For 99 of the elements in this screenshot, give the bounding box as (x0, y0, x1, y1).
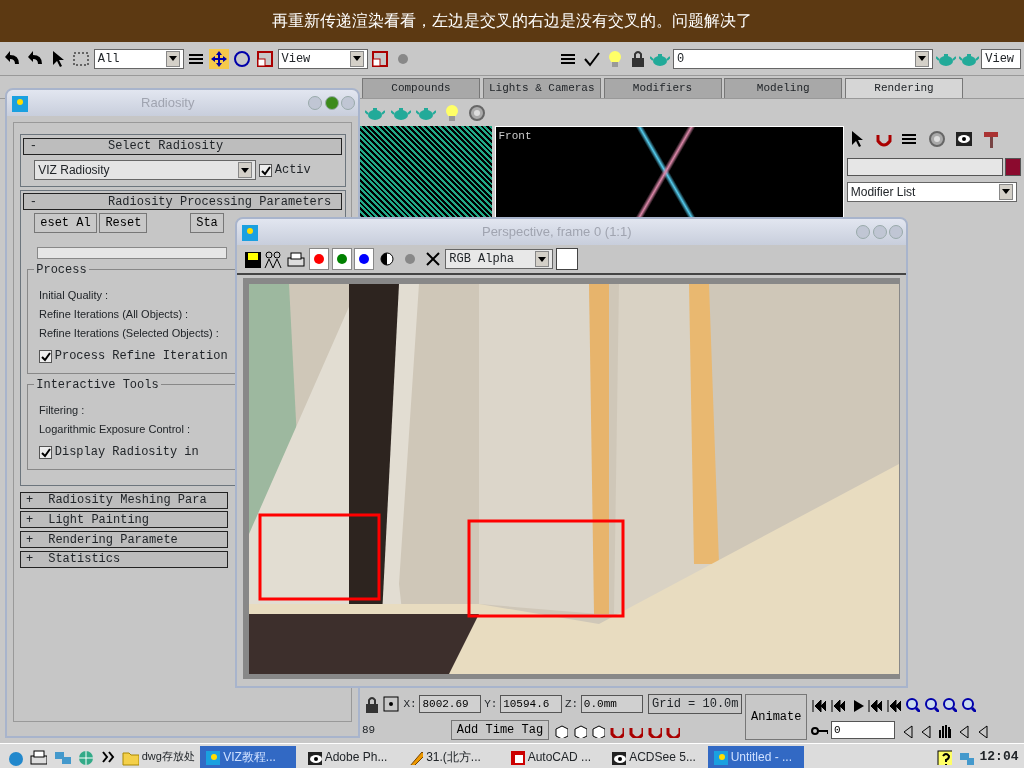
clone-icon[interactable] (263, 250, 284, 268)
object-color-swatch[interactable] (1005, 158, 1022, 177)
command-button[interactable]: eset Al (34, 213, 97, 233)
checkbox-label: Display Radiosity in (54, 444, 199, 462)
rollout-header[interactable]: + Rendering Paramete (19, 531, 228, 548)
checkbox-label: Activ (274, 162, 311, 180)
add-time-tag-button[interactable]: Add Time Tag (450, 720, 550, 740)
coordinate-label: Y: (484, 696, 498, 712)
taskbar-button[interactable]: VIZ教程... (200, 745, 297, 768)
zoom-extents-all-icon[interactable] (960, 696, 977, 712)
reference-system-dropdown[interactable]: View (277, 48, 368, 69)
taskbar-button[interactable]: 31.(北方... (403, 745, 500, 768)
app-icon (239, 223, 258, 241)
command-button[interactable]: Reset (99, 213, 148, 233)
checkbox[interactable] (39, 349, 52, 363)
viewport[interactable] (360, 126, 492, 218)
grid-readout: Grid = 10.0m (648, 694, 743, 714)
toggle-sign: + (25, 511, 35, 529)
channel-dropdown[interactable]: RGB Alpha (445, 249, 554, 269)
tab[interactable]: Modifiers (603, 78, 722, 98)
taskbar-button[interactable]: Adobe Ph... (301, 745, 398, 768)
tab[interactable]: Modeling (724, 78, 843, 98)
channel-toggle[interactable] (308, 248, 329, 270)
caret-icon (168, 56, 177, 61)
color-swatch[interactable] (556, 248, 578, 270)
maximize-button[interactable] (324, 96, 339, 110)
checkbox-label: Process Refine Iteration (54, 348, 228, 366)
taskbar-button[interactable]: AutoCAD ... (504, 745, 601, 768)
app-icon (9, 94, 28, 112)
checkbox[interactable] (39, 445, 52, 459)
tab[interactable]: Compounds (362, 78, 480, 98)
coordinate-label: Z: (564, 696, 579, 712)
zoom-icon[interactable] (903, 696, 920, 712)
command-button[interactable]: Sta (190, 213, 224, 233)
scale-icon[interactable] (254, 48, 275, 69)
field-label: Initial Quality : (39, 287, 109, 303)
tab[interactable]: Lights & Cameras (482, 78, 601, 98)
clock: 12:04 (979, 747, 1019, 766)
folder-shortcut[interactable]: dwg存放处 (141, 748, 195, 765)
coordinate-label: X: (403, 696, 417, 712)
print-icon[interactable] (286, 250, 306, 268)
rollout-header[interactable]: - Radiosity Processing Parameters (23, 193, 342, 211)
taskbar-button[interactable]: Untitled - ... (707, 745, 804, 768)
layer-dropdown[interactable]: 0 (673, 48, 933, 69)
modifier-list-dropdown[interactable]: Modifier List (846, 181, 1017, 202)
field-label: Filtering : (39, 403, 85, 418)
checkbox[interactable] (259, 163, 272, 177)
caret-icon (538, 256, 547, 262)
zoom-all-icon[interactable] (922, 696, 939, 712)
move-icon[interactable] (209, 48, 230, 69)
help-icon[interactable] (936, 748, 953, 765)
window-title: Radiosity (140, 94, 196, 113)
field-label: Refine Iterations (Selected Objects) : (39, 326, 219, 342)
gear-icon[interactable] (467, 102, 487, 123)
tab[interactable]: Rendering (845, 78, 963, 98)
check-icon (260, 164, 271, 176)
caret-icon (241, 167, 250, 173)
caption-text: 再重新传递渲染看看，左边是交叉的右边是没有交叉的。问题解决了 (272, 11, 752, 31)
coordinate-field[interactable]: 10594.6 (500, 695, 563, 713)
channel-toggle[interactable] (354, 248, 375, 270)
app-icon (711, 748, 728, 765)
toggle-sign: + (25, 492, 35, 509)
rotate-icon[interactable] (232, 48, 252, 69)
coordinate-field[interactable]: 0.0mm (580, 695, 643, 713)
selection-filter-dropdown[interactable]: All (93, 48, 184, 69)
name-field[interactable] (846, 158, 1003, 177)
rollout-header[interactable]: - Select Radiosity (23, 137, 342, 155)
toggle-sign: + (25, 551, 35, 569)
caret-icon (352, 56, 361, 61)
save-icon[interactable] (242, 250, 261, 268)
toggle-sign: - (28, 138, 38, 156)
crosshair-icon[interactable] (380, 694, 401, 714)
viewport-label: Front (498, 130, 532, 142)
app-icon (204, 748, 221, 765)
check-icon (40, 350, 51, 362)
animate-button[interactable]: Animate (745, 694, 808, 740)
viewport[interactable]: Front (494, 126, 844, 218)
frame-field[interactable]: 0 (830, 721, 895, 739)
view-menu[interactable]: View (981, 48, 1022, 69)
check-icon (40, 446, 51, 458)
channel-toggle[interactable] (331, 248, 352, 270)
field-label: Refine Iterations (All Objects) : (39, 307, 189, 322)
printer-icon[interactable] (29, 747, 47, 766)
monochrome-icon[interactable] (377, 249, 397, 269)
rollout-header[interactable]: + Light Painting (19, 511, 228, 529)
taskbar-button[interactable]: ACDSee 5... (606, 745, 703, 768)
field-label: Logarithmic Exposure Control : (39, 422, 190, 438)
app-icon (508, 748, 525, 765)
toggle-sign: + (25, 531, 35, 549)
caret-icon (1001, 189, 1010, 195)
engine-dropdown[interactable]: VIZ Radiosity (34, 160, 257, 181)
caret-icon (918, 56, 926, 61)
rollout-header[interactable]: + Statistics (19, 550, 228, 568)
toggle-sign: - (28, 193, 38, 211)
frame-info: 89 (362, 722, 376, 738)
coordinate-field[interactable]: 8002.69 (419, 695, 482, 713)
window-title: Perspective, frame 0 (1:1) (480, 223, 633, 242)
rollout-header[interactable]: + Radiosity Meshing Para (19, 491, 228, 509)
zoom-extents-icon[interactable] (941, 696, 958, 712)
